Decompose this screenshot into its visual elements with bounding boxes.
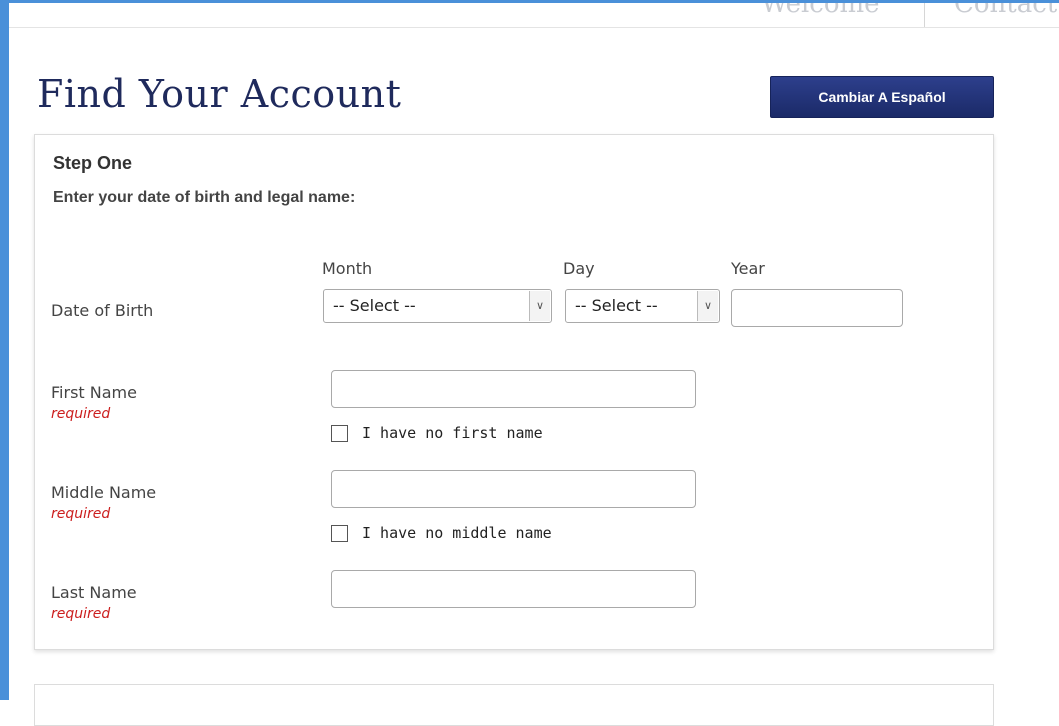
dob-label: Date of Birth [51,301,154,320]
middle-name-required-note: required [51,506,111,522]
day-column-label: Day [563,259,595,278]
no-middle-name-label: I have no middle name [362,524,552,542]
first-name-input[interactable] [331,370,696,408]
language-toggle-button[interactable]: Cambiar A Español [770,76,994,118]
year-column-label: Year [731,259,765,278]
chevron-down-icon: ∨ [529,291,550,321]
nav-item-welcome[interactable]: Welcome [761,3,880,19]
no-first-name-checkbox[interactable] [331,425,348,442]
chevron-down-icon: ∨ [697,291,718,321]
page-title: Find Your Account [37,72,402,116]
day-select-value: -- Select -- [575,296,658,315]
month-select-value: -- Select -- [333,296,416,315]
middle-name-label: Middle Name [51,483,157,502]
middle-name-input[interactable] [331,470,696,508]
month-column-label: Month [322,259,373,278]
first-name-required-note: required [51,406,111,422]
step-two-panel [34,684,994,726]
last-name-input[interactable] [331,570,696,608]
step-title: Step One [53,153,133,173]
year-input[interactable] [731,289,903,327]
month-select[interactable]: -- Select -- ∨ [323,289,552,323]
step-subtitle: Enter your date of birth and legal name: [53,189,356,206]
last-name-required-note: required [51,606,111,622]
nav-item-contact[interactable]: Contact [954,3,1057,19]
no-first-name-label: I have no first name [362,424,543,442]
day-select[interactable]: -- Select -- ∨ [565,289,720,323]
last-name-label: Last Name [51,583,137,602]
first-name-label: First Name [51,383,137,402]
no-middle-name-checkbox[interactable] [331,525,348,542]
top-nav: Welcome Contact [9,3,1059,28]
step-one-panel: Step One Enter your date of birth and le… [34,134,994,650]
nav-divider [924,3,925,27]
